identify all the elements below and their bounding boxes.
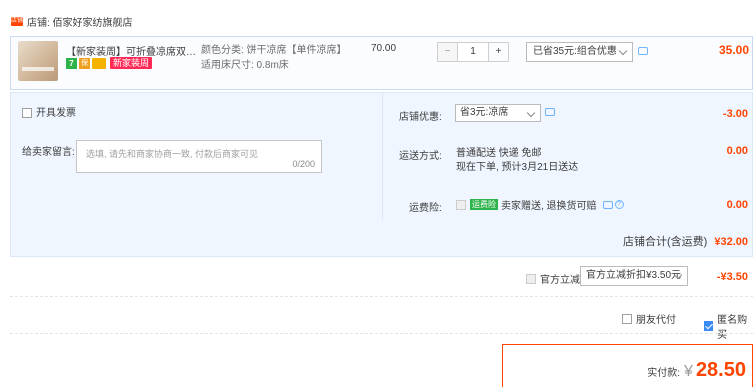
sku-size: 适用床尺寸: 0.8m床 <box>201 60 289 71</box>
insurance-checkbox[interactable] <box>456 199 466 210</box>
panel-divider <box>382 92 383 220</box>
official-discount-select[interactable]: 官方立减折扣¥3.50元 <box>580 266 688 286</box>
shop-total-value: ¥32.00 <box>714 236 748 248</box>
promotion-select-value: 已省35元:组合优惠 <box>533 46 617 57</box>
anonymous-checkbox[interactable] <box>704 321 714 331</box>
promo-badge: 新家装周 <box>110 57 153 69</box>
invoice-option[interactable]: 开具发票 <box>22 104 76 119</box>
official-discount-option: 官方立减 <box>526 271 580 286</box>
shop-name[interactable]: 店铺: 佰家好家纺旗舰店 <box>27 14 133 29</box>
shipping-line2: 现在下单, 预计3月21日送达 <box>456 162 579 173</box>
unit-price: 70.00 <box>371 43 397 54</box>
shop-total-label: 店铺合计(含运费) <box>622 236 708 248</box>
chat-icon[interactable] <box>638 47 648 55</box>
help-icon[interactable]: ? <box>614 200 624 209</box>
product-sku: 颜色分类: 饼干凉席【单件凉席】 适用床尺寸: 0.8m床 <box>201 43 347 73</box>
friend-pay-label: 朋友代付 <box>636 315 676 326</box>
chat-icon[interactable] <box>545 108 555 116</box>
item-total: 35.00 <box>718 43 749 57</box>
chevron-down-icon <box>618 46 628 56</box>
shop-total: 店铺合计(含运费) ¥32.00 <box>623 233 748 249</box>
shop-icon: 店铺 <box>11 16 24 26</box>
product-title[interactable]: 【新家装周】可折叠凉席双面凉... <box>66 43 196 58</box>
official-discount-checkbox[interactable] <box>526 273 536 284</box>
promotion-select[interactable]: 已省35元:组合优惠 <box>526 42 633 62</box>
quality-badge-icon: 保 <box>79 57 90 69</box>
coupon-select-value: 省3元:凉席 <box>460 107 509 118</box>
message-label: 给卖家留言: <box>22 147 75 158</box>
chat-icon[interactable] <box>602 200 613 209</box>
quantity-stepper: − 1 + <box>437 42 509 62</box>
seller-message-input[interactable]: 选填, 请先和商家协商一致, 付款后商家可见 0/200 <box>76 140 322 173</box>
shipping-line1: 普通配送 快递 免邮 <box>456 148 542 159</box>
friend-pay-option[interactable]: 朋友代付 <box>622 311 676 326</box>
currency-symbol: ¥ <box>684 363 693 380</box>
insurance-text: 卖家赠送, 退换货可赔 <box>501 201 597 212</box>
divider <box>10 333 753 334</box>
friend-pay-checkbox[interactable] <box>622 313 632 324</box>
coupon-select[interactable]: 省3元:凉席 <box>455 104 541 122</box>
shipping-amount: 0.00 <box>726 145 748 157</box>
coupon-label: 店铺优惠: <box>399 112 442 123</box>
anonymous-label: 匿名购买 <box>717 315 748 341</box>
chevron-down-icon <box>526 108 536 118</box>
official-discount-select-value: 官方立减折扣¥3.50元 <box>586 270 682 281</box>
insurance-badge: 运费险 <box>470 199 498 210</box>
invoice-checkbox[interactable] <box>22 108 32 119</box>
invoice-label: 开具发票 <box>36 108 76 119</box>
credit-card-icon <box>92 57 106 69</box>
coupon-amount: -3.00 <box>722 108 748 120</box>
insurance-label: 运费险: <box>409 203 442 214</box>
quantity-minus-button[interactable]: − <box>437 42 458 62</box>
message-counter: 0/200 <box>292 159 315 169</box>
insurance-option: 运费险 卖家赠送, 退换货可赔 ? <box>456 197 624 212</box>
shipping-label: 运送方式: <box>399 151 442 162</box>
seven-day-return-icon: 7 <box>66 57 77 69</box>
quantity-plus-button[interactable]: + <box>488 42 509 62</box>
payment-amount: 28.50 <box>695 359 746 381</box>
payment-label: 实付款: <box>647 368 681 379</box>
anonymous-option[interactable]: 匿名购买 <box>704 311 753 341</box>
payment-summary: 实付款: ¥ 28.50 <box>502 344 753 387</box>
official-discount-amount: -¥3.50 <box>716 271 748 283</box>
payment-total: 实付款: ¥ 28.50 <box>647 359 746 382</box>
sku-color: 颜色分类: 饼干凉席【单件凉席】 <box>201 45 347 56</box>
product-thumbnail[interactable] <box>18 41 58 81</box>
insurance-amount: 0.00 <box>726 199 748 211</box>
divider <box>10 296 753 297</box>
shop-bar: 店铺 店铺: 佰家好家纺旗舰店 <box>0 13 133 29</box>
official-discount-label: 官方立减 <box>540 275 580 286</box>
quantity-input[interactable]: 1 <box>458 42 488 62</box>
message-placeholder: 选填, 请先和商家协商一致, 付款后商家可见 <box>86 149 259 159</box>
shipping-method: 普通配送 快递 免邮 现在下单, 预计3月21日送达 <box>456 147 578 175</box>
product-badges: 7 保 新家装周 <box>66 57 153 69</box>
